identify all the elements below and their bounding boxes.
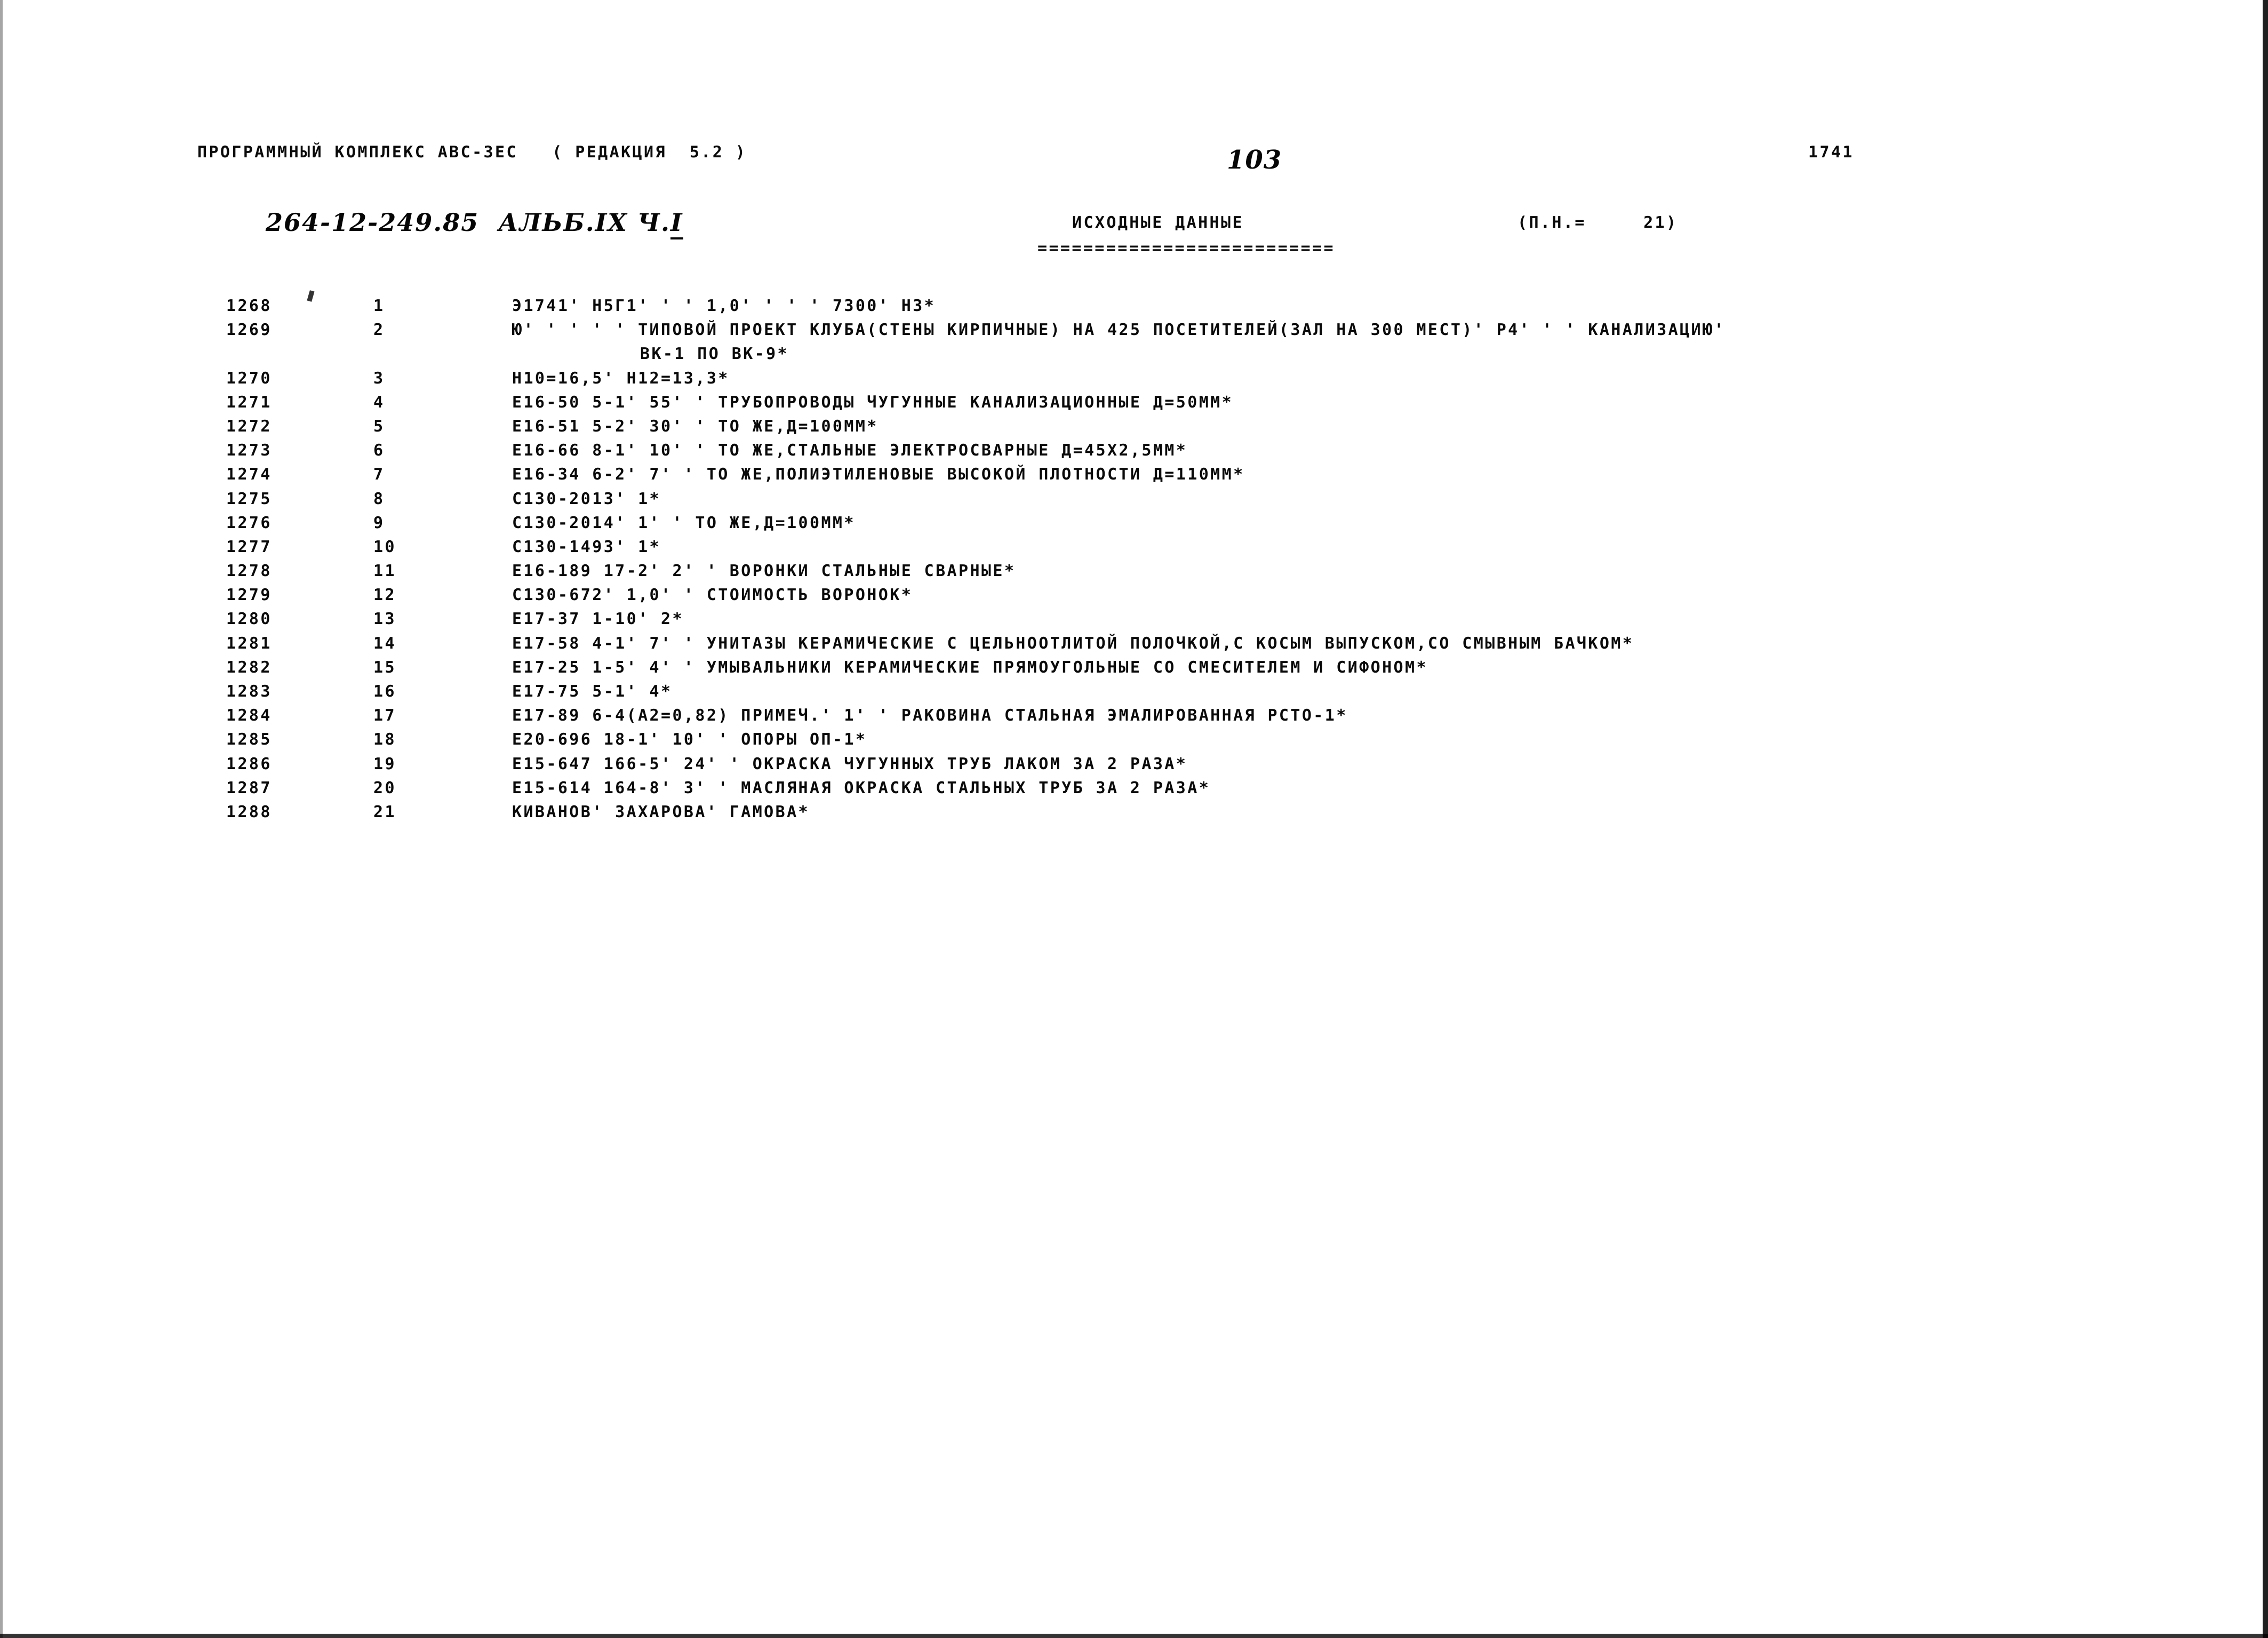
row-text: Е17-89 6-4(А2=0,82) ПРИМЕЧ.' 1' ' РАКОВИ… — [512, 706, 1348, 725]
row-index-number: 8 — [373, 489, 385, 508]
row-line-number: 1268 — [226, 297, 272, 315]
row-text: Е16-66 8-1' 10' ' ТО ЖЕ,СТАЛЬНЫЕ ЭЛЕКТРО… — [512, 441, 1188, 460]
row-line-number: 1285 — [226, 730, 272, 749]
table-row: 1288 21 КИВАНОВ' ЗАХАРОВА' ГАМОВА* — [0, 803, 2268, 827]
row-text: Н10=16,5' Н12=13,3* — [512, 369, 730, 388]
table-row: 1282 15 Е17-25 1-5' 4' ' УМЫВАЛЬНИКИ КЕРАМ… — [0, 658, 2268, 682]
row-text: Е15-614 164-8' 3' ' МАСЛЯНАЯ ОКРАСКА СТА… — [512, 778, 1211, 797]
row-text: Е17-37 1-10' 2* — [512, 610, 684, 629]
table-row: 1276 9 С130-2014' 1' ' ТО ЖЕ,Д=100ММ* — [0, 514, 2268, 538]
row-text: Е16-189 17-2' 2' ' ВОРОНКИ СТАЛЬНЫЕ СВАР… — [512, 562, 1016, 581]
handwritten-album-code: 264-12-249.85 АЛЬБ.IХ Ч.I — [266, 208, 683, 239]
row-text: Е20-696 18-1' 10' ' ОПОРЫ ОП-1* — [512, 730, 867, 749]
row-index-number: 11 — [373, 562, 396, 581]
table-row: 1270 3 Н10=16,5' Н12=13,3* — [0, 369, 2268, 393]
scan-edge-bottom — [0, 1634, 2268, 1638]
row-line-number: 1286 — [226, 754, 272, 773]
row-text: Е16-51 5-2' 30' ' ТО ЖЕ,Д=100ММ* — [512, 417, 879, 436]
row-text: С130-1493' 1* — [512, 537, 661, 556]
row-index-number: 6 — [373, 441, 385, 460]
row-index-number: 5 — [373, 417, 385, 436]
table-row: 1277 10 С130-1493' 1* — [0, 538, 2268, 562]
row-text: Е16-34 6-2' 7' ' ТО ЖЕ,ПОЛИЭТИЛЕНОВЫЕ ВЫ… — [512, 465, 1245, 484]
row-index-number: 4 — [373, 393, 385, 412]
row-line-number: 1284 — [226, 706, 272, 725]
row-index-number: 12 — [373, 586, 396, 605]
row-text: Е16-50 5-1' 55' ' ТРУБОПРОВОДЫ ЧУГУННЫЕ … — [512, 393, 1234, 412]
row-text: Е17-25 1-5' 4' ' УМЫВАЛЬНИКИ КЕРАМИЧЕСКИ… — [512, 658, 1428, 677]
row-text: С130-672' 1,0' ' СТОИМОСТЬ ВОРОНОК* — [512, 586, 913, 605]
row-index-number: 15 — [373, 658, 396, 677]
table-row: 1272 5 Е16-51 5-2' 30' ' ТО ЖЕ,Д=100ММ* — [0, 417, 2268, 441]
row-line-number: 1276 — [226, 513, 272, 532]
section-item-counter: (П.Н.= 21) — [1518, 213, 1678, 232]
table-row: 1274 7 Е16-34 6-2' 7' ' ТО ЖЕ,ПОЛИЭТИЛЕНОВ… — [0, 465, 2268, 489]
row-text: КИВАНОВ' ЗАХАРОВА' ГАМОВА* — [512, 802, 810, 821]
row-index-number: 14 — [373, 634, 396, 653]
program-header-line: ПРОГРАММНЫЙ КОМПЛЕКС АВС-ЗЕС ( РЕДАКЦИЯ … — [197, 143, 747, 162]
row-line-number: 1272 — [226, 417, 272, 436]
table-row: 1268 1 Э1741' Н5Г1' ' ' 1,0' ' ' ' 7300' Н… — [0, 297, 2268, 321]
row-index-number: 18 — [373, 730, 396, 749]
row-line-number: 1283 — [226, 682, 272, 701]
row-line-number: 1271 — [226, 393, 272, 412]
table-row: 1273 6 Е16-66 8-1' 10' ' ТО ЖЕ,СТАЛЬНЫЕ ЭЛ… — [0, 441, 2268, 465]
row-line-number: 1274 — [226, 465, 272, 484]
row-text: Э1741' Н5Г1' ' ' 1,0' ' ' ' 7300' Н3* — [512, 297, 936, 315]
row-text: Е17-75 5-1' 4* — [512, 682, 673, 701]
row-index-number: 1 — [373, 297, 385, 315]
row-index-number: 16 — [373, 682, 396, 701]
table-row: 1287 20 Е15-614 164-8' 3' ' МАСЛЯНАЯ ОКРАС… — [0, 779, 2268, 803]
row-line-number: 1270 — [226, 369, 272, 388]
row-index-number: 7 — [373, 465, 385, 484]
row-line-number: 1279 — [226, 586, 272, 605]
table-row: 1281 14 Е17-58 4-1' 7' ' УНИТАЗЫ КЕРАМИЧЕС… — [0, 634, 2268, 658]
row-index-number: 19 — [373, 754, 396, 773]
row-index-number: 9 — [373, 513, 385, 532]
table-row: 1284 17 Е17-89 6-4(А2=0,82) ПРИМЕЧ.' 1' ' … — [0, 706, 2268, 730]
row-line-number: 1287 — [226, 778, 272, 797]
table-row: 1280 13 Е17-37 1-10' 2* — [0, 610, 2268, 634]
row-line-number: 1277 — [226, 537, 272, 556]
table-row: ВК-1 ПО ВК-9* — [0, 345, 2268, 369]
table-row: 1286 19 Е15-647 166-5' 24' ' ОКРАСКА ЧУГУН… — [0, 755, 2268, 779]
album-code-prefix: 264-12-249.85 АЛЬБ.IХ Ч. — [266, 208, 670, 237]
row-line-number: 1275 — [226, 489, 272, 508]
section-title: ИСХОДНЫЕ ДАННЫЕ — [1072, 213, 1244, 232]
row-text: Ю' ' ' ' ' ТИПОВОЙ ПРОЕКТ КЛУБА(СТЕНЫ КИ… — [512, 321, 1726, 340]
row-index-number: 13 — [373, 610, 396, 629]
table-row: 1279 12 С130-672' 1,0' ' СТОИМОСТЬ ВОРОНОК… — [0, 586, 2268, 610]
row-index-number: 2 — [373, 321, 385, 340]
row-text: ВК-1 ПО ВК-9* — [640, 345, 789, 364]
section-title-underline-rule: ========================== — [1037, 239, 1335, 258]
row-text: С130-2013' 1* — [512, 489, 661, 508]
row-line-number: 1281 — [226, 634, 272, 653]
table-row: 1283 16 Е17-75 5-1' 4* — [0, 682, 2268, 706]
row-line-number: 1269 — [226, 321, 272, 340]
row-line-number: 1282 — [226, 658, 272, 677]
table-row: 1271 4 Е16-50 5-1' 55' ' ТРУБОПРОВОДЫ ЧУГУ… — [0, 393, 2268, 417]
row-index-number: 3 — [373, 369, 385, 388]
printout-sequence-number: 1741 — [1808, 143, 1854, 162]
row-line-number: 1273 — [226, 441, 272, 460]
handwritten-sheet-number: 103 — [1227, 145, 1282, 175]
row-index-number: 20 — [373, 778, 396, 797]
table-row: 1278 11 Е16-189 17-2' 2' ' ВОРОНКИ СТАЛЬНЫ… — [0, 562, 2268, 586]
row-line-number: 1288 — [226, 802, 272, 821]
row-index-number: 17 — [373, 706, 396, 725]
row-index-number: 21 — [373, 802, 396, 821]
scanned-page: ПРОГРАММНЫЙ КОМПЛЕКС АВС-ЗЕС ( РЕДАКЦИЯ … — [0, 0, 2268, 1638]
album-code-suffix: I — [670, 208, 683, 239]
row-line-number: 1280 — [226, 610, 272, 629]
row-text: С130-2014' 1' ' ТО ЖЕ,Д=100ММ* — [512, 513, 856, 532]
row-text: Е17-58 4-1' 7' ' УНИТАЗЫ КЕРАМИЧЕСКИЕ С … — [512, 634, 1634, 653]
row-index-number: 10 — [373, 537, 396, 556]
row-text: Е15-647 166-5' 24' ' ОКРАСКА ЧУГУННЫХ ТР… — [512, 754, 1188, 773]
table-row: 1275 8 С130-2013' 1* — [0, 490, 2268, 514]
table-row: 1285 18 Е20-696 18-1' 10' ' ОПОРЫ ОП-1* — [0, 730, 2268, 754]
input-data-rows: 1268 1 Э1741' Н5Г1' ' ' 1,0' ' ' ' 7300' Н… — [0, 297, 2268, 827]
table-row: 1269 2 Ю' ' ' ' ' ТИПОВОЙ ПРОЕКТ КЛУБА(СТЕ… — [0, 321, 2268, 345]
row-line-number: 1278 — [226, 562, 272, 581]
